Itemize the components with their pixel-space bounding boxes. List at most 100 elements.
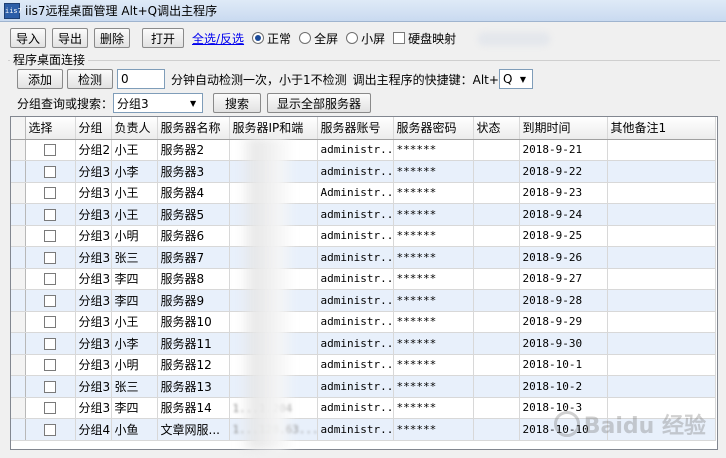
- cell-note[interactable]: [607, 225, 716, 247]
- cell-owner[interactable]: 李四: [111, 268, 158, 290]
- cell-name[interactable]: 服务器9: [157, 289, 230, 312]
- cell-name[interactable]: 服务器6: [157, 225, 230, 247]
- cell-status[interactable]: [473, 225, 520, 247]
- cell-status[interactable]: [473, 246, 520, 269]
- cell-note[interactable]: [607, 246, 716, 269]
- cell-password[interactable]: ******: [393, 268, 474, 290]
- column-header[interactable]: 负责人: [111, 117, 158, 140]
- row-select-cell[interactable]: [25, 160, 76, 183]
- cell-status[interactable]: [473, 160, 520, 183]
- cell-name[interactable]: 文章网服...: [157, 418, 230, 441]
- cell-password[interactable]: ******: [393, 289, 474, 312]
- cell-owner[interactable]: 李四: [111, 397, 158, 419]
- cell-account[interactable]: administr...: [317, 246, 394, 269]
- cell-status[interactable]: [473, 268, 520, 290]
- row-select-cell[interactable]: [25, 268, 76, 290]
- cell-note[interactable]: [607, 160, 716, 183]
- cell-group[interactable]: 分组3: [75, 289, 112, 312]
- table-row[interactable]: 分组3 小明 服务器6 administr... ****** 2018-9-25: [11, 225, 716, 247]
- cell-expiry[interactable]: 2018-9-24: [519, 203, 608, 226]
- table-row[interactable]: 分组3 小王 服务器5 administr... ****** 2018-9-24: [11, 203, 716, 226]
- delete-button[interactable]: 删除: [94, 28, 130, 48]
- cell-expiry[interactable]: 2018-9-25: [519, 225, 608, 247]
- cell-password[interactable]: ******: [393, 139, 474, 161]
- cell-status[interactable]: [473, 289, 520, 312]
- cell-note[interactable]: [607, 268, 716, 290]
- interval-input[interactable]: 0: [117, 69, 165, 89]
- cell-account[interactable]: administr...: [317, 139, 394, 161]
- cell-expiry[interactable]: 2018-10-2: [519, 375, 608, 398]
- cell-expiry[interactable]: 2018-9-30: [519, 332, 608, 355]
- cell-expiry[interactable]: 2018-9-26: [519, 246, 608, 269]
- row-select-cell[interactable]: [25, 225, 76, 247]
- column-header[interactable]: 其他备注1: [607, 117, 716, 140]
- cell-group[interactable]: 分组3: [75, 354, 112, 376]
- cell-account[interactable]: Administr...: [317, 182, 394, 204]
- cell-status[interactable]: [473, 397, 520, 419]
- cell-account[interactable]: administr...: [317, 354, 394, 376]
- cell-owner[interactable]: 小李: [111, 160, 158, 183]
- cell-account[interactable]: administr...: [317, 332, 394, 355]
- cell-password[interactable]: ******: [393, 311, 474, 333]
- row-select-cell[interactable]: [25, 418, 76, 441]
- mode-small-radio[interactable]: 小屏: [346, 30, 385, 47]
- hotkey-select[interactable]: Q ▼: [498, 69, 533, 89]
- cell-note[interactable]: [607, 332, 716, 355]
- table-row[interactable]: 分组3 李四 服务器9 administr... ****** 2018-9-28: [11, 289, 716, 312]
- cell-ip[interactable]: [229, 225, 318, 247]
- row-header[interactable]: [11, 268, 26, 290]
- row-header[interactable]: [11, 225, 26, 247]
- cell-note[interactable]: [607, 418, 716, 441]
- row-select-cell[interactable]: [25, 332, 76, 355]
- cell-password[interactable]: ******: [393, 354, 474, 376]
- cell-name[interactable]: 服务器2: [157, 139, 230, 161]
- row-select-cell[interactable]: [25, 354, 76, 376]
- cell-account[interactable]: administr...: [317, 418, 394, 441]
- cell-name[interactable]: 服务器14: [157, 397, 230, 419]
- cell-ip[interactable]: 1...128.63...: [229, 418, 318, 441]
- row-select-checkbox[interactable]: [44, 359, 56, 372]
- column-header[interactable]: 分组: [75, 117, 112, 140]
- import-button[interactable]: 导入: [10, 28, 46, 48]
- cell-group[interactable]: 分组2: [75, 139, 112, 161]
- row-header[interactable]: [11, 397, 26, 419]
- row-select-checkbox[interactable]: [44, 294, 56, 307]
- cell-owner[interactable]: 小王: [111, 311, 158, 333]
- export-button[interactable]: 导出: [52, 28, 88, 48]
- cell-name[interactable]: 服务器8: [157, 268, 230, 290]
- column-header[interactable]: 服务器IP和端: [229, 117, 318, 140]
- cell-expiry[interactable]: 2018-9-28: [519, 289, 608, 312]
- cell-group[interactable]: 分组3: [75, 182, 112, 204]
- row-select-checkbox[interactable]: [44, 380, 56, 393]
- cell-ip[interactable]: [229, 268, 318, 290]
- cell-note[interactable]: [607, 311, 716, 333]
- select-all-link[interactable]: 全选/反选: [192, 30, 244, 47]
- cell-group[interactable]: 分组3: [75, 160, 112, 183]
- row-header[interactable]: [11, 354, 26, 376]
- cell-group[interactable]: 分组4: [75, 418, 112, 441]
- column-header[interactable]: 选择: [25, 117, 76, 140]
- cell-group[interactable]: 分组3: [75, 268, 112, 290]
- cell-name[interactable]: 服务器5: [157, 203, 230, 226]
- cell-account[interactable]: administr...: [317, 160, 394, 183]
- column-header[interactable]: 服务器名称: [157, 117, 230, 140]
- row-header[interactable]: [11, 332, 26, 355]
- row-select-checkbox[interactable]: [44, 187, 56, 200]
- row-select-cell[interactable]: [25, 397, 76, 419]
- cell-password[interactable]: ******: [393, 160, 474, 183]
- row-select-cell[interactable]: [25, 203, 76, 226]
- cell-group[interactable]: 分组3: [75, 375, 112, 398]
- cell-account[interactable]: administr...: [317, 375, 394, 398]
- row-select-cell[interactable]: [25, 289, 76, 312]
- row-select-cell[interactable]: [25, 182, 76, 204]
- cell-ip[interactable]: [229, 311, 318, 333]
- search-button[interactable]: 搜索: [213, 93, 262, 113]
- cell-note[interactable]: [607, 139, 716, 161]
- detect-button[interactable]: 检测: [67, 69, 113, 89]
- cell-status[interactable]: [473, 203, 520, 226]
- cell-expiry[interactable]: 2018-9-23: [519, 182, 608, 204]
- cell-account[interactable]: administr...: [317, 397, 394, 419]
- row-select-cell[interactable]: [25, 311, 76, 333]
- cell-group[interactable]: 分组3: [75, 311, 112, 333]
- server-table[interactable]: 选择 分组 负责人 服务器名称 服务器IP和端 服务器账号 服务器密码 状态 到…: [10, 116, 718, 450]
